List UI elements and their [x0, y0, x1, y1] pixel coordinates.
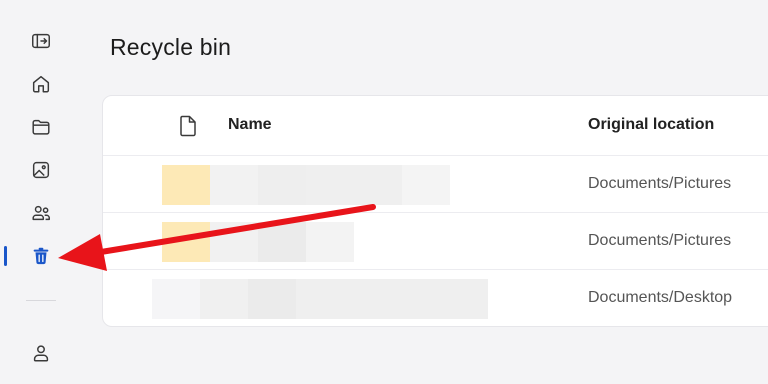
sidebar-item-home[interactable] — [26, 69, 56, 99]
folder-icon — [32, 119, 50, 135]
recycle-bin-table: Name Original location Documents/Picture… — [102, 95, 768, 327]
sidebar — [0, 0, 80, 384]
collapse-sidebar-button[interactable] — [26, 26, 56, 56]
people-icon — [32, 205, 50, 221]
original-location: Documents/Pictures — [588, 175, 732, 192]
original-location: Documents/Desktop — [588, 289, 733, 306]
table-header: Name Original location — [103, 96, 768, 156]
sidebar-item-files[interactable] — [26, 112, 56, 142]
account-icon — [33, 345, 49, 362]
redacted-file-name — [162, 165, 450, 205]
table-row[interactable]: Documents/Pictures — [103, 213, 768, 270]
photos-icon — [32, 161, 50, 179]
column-header-original-location[interactable]: Original location — [588, 116, 714, 134]
sidebar-item-recycle-bin[interactable] — [26, 241, 56, 271]
table-row[interactable]: Documents/Desktop — [103, 270, 768, 326]
active-indicator — [4, 246, 7, 266]
sidebar-item-account[interactable] — [26, 338, 56, 368]
table-row[interactable]: Documents/Pictures — [103, 156, 768, 213]
file-type-icon — [180, 115, 196, 137]
sidebar-item-shared[interactable] — [26, 198, 56, 228]
sidebar-divider — [26, 300, 56, 301]
page-title: Recycle bin — [110, 34, 232, 60]
sidebar-item-photos[interactable] — [26, 155, 56, 185]
original-location: Documents/Pictures — [588, 232, 732, 249]
redacted-file-name — [162, 222, 354, 262]
trash-icon — [33, 247, 49, 265]
collapse-sidebar-icon — [32, 33, 50, 49]
column-header-name[interactable]: Name — [228, 116, 272, 134]
redacted-file-name — [152, 279, 488, 319]
home-icon — [32, 75, 50, 93]
